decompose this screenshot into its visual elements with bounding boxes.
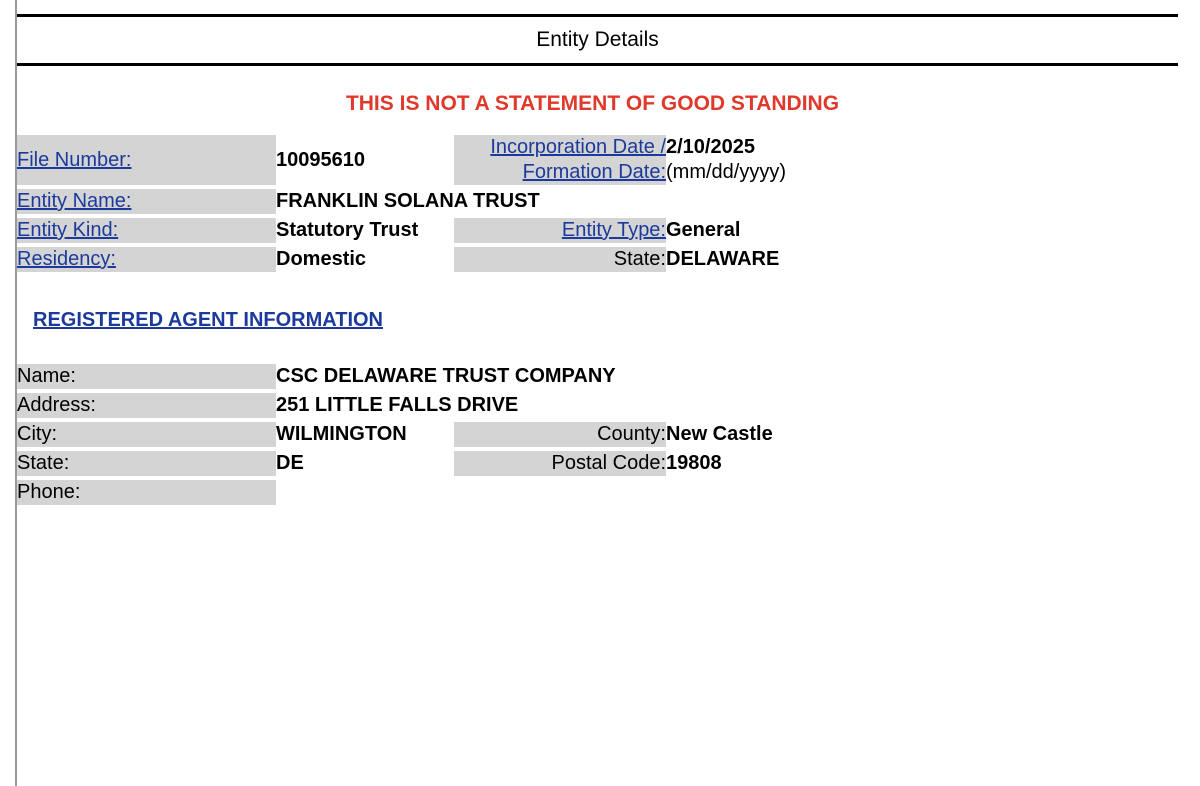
good-standing-warning: THIS IS NOT A STATEMENT OF GOOD STANDING (345, 92, 840, 115)
table-row: State: DE Postal Code: 19808 (17, 451, 1178, 476)
agent-city-value: WILMINGTON (276, 423, 407, 445)
registered-agent-information-link[interactable]: REGISTERED AGENT INFORMATION (33, 309, 383, 331)
agent-postal-code-label: Postal Code: (454, 451, 666, 476)
agent-state-label: State: (17, 451, 276, 476)
agent-phone-label: Phone: (17, 480, 276, 505)
agent-postal-code-value: 19808 (666, 452, 722, 474)
entity-type-label: Entity Type: (454, 218, 666, 243)
table-row: Residency: Domestic State: DELAWARE (17, 247, 1178, 272)
page-title: Entity Details (536, 28, 659, 51)
entity-kind-value: Statutory Trust (276, 219, 419, 241)
table-row: Name: CSC DELAWARE TRUST COMPANY (17, 364, 1178, 389)
file-number-label: File Number: (17, 135, 276, 185)
incorporation-date-label: Incorporation Date / Formation Date: (454, 135, 666, 185)
registered-agent-heading: REGISTERED AGENT INFORMATION (33, 308, 1178, 332)
entity-details-page: Entity Details THIS IS NOT A STATEMENT O… (0, 0, 1200, 786)
entity-details-table: File Number: 10095610 Incorporation Date… (17, 131, 1178, 276)
agent-name-label: Name: (17, 364, 276, 389)
residency-label: Residency: (17, 247, 276, 272)
agent-address-label: Address: (17, 393, 276, 418)
table-row: City: WILMINGTON County: New Castle (17, 422, 1178, 447)
agent-county-label: County: (454, 422, 666, 447)
incorporation-date-link[interactable]: Incorporation Date / Formation Date: (490, 136, 666, 183)
page-header-band: Entity Details (17, 14, 1178, 66)
table-row: Entity Name: FRANKLIN SOLANA TRUST (17, 189, 1178, 214)
state-label: State: (454, 247, 666, 272)
entity-type-value: General (666, 219, 741, 241)
table-row: Entity Kind: Statutory Trust Entity Type… (17, 218, 1178, 243)
file-number-value: 10095610 (276, 148, 365, 171)
incorporation-date-value: 2/10/2025 (mm/dd/yyyy) (666, 135, 1178, 185)
entity-name-value: FRANKLIN SOLANA TRUST (276, 190, 540, 212)
agent-county-value: New Castle (666, 423, 773, 445)
agent-address-value: 251 LITTLE FALLS DRIVE (276, 394, 519, 416)
entity-kind-link[interactable]: Entity Kind: (17, 219, 118, 241)
residency-link[interactable]: Residency: (17, 248, 116, 270)
agent-state-value: DE (276, 452, 304, 474)
incorporation-date-text: 2/10/2025 (666, 136, 755, 158)
table-row: Phone: (17, 480, 1178, 505)
agent-name-value: CSC DELAWARE TRUST COMPANY (276, 365, 616, 387)
residency-value: Domestic (276, 248, 367, 270)
page-content: THIS IS NOT A STATEMENT OF GOOD STANDING… (17, 66, 1178, 509)
entity-kind-label: Entity Kind: (17, 218, 276, 243)
file-number-link[interactable]: File Number: (17, 149, 131, 171)
state-value: DELAWARE (666, 248, 780, 270)
entity-name-label: Entity Name: (17, 189, 276, 214)
agent-phone-value (276, 480, 1178, 505)
table-row: Address: 251 LITTLE FALLS DRIVE (17, 393, 1178, 418)
agent-city-label: City: (17, 422, 276, 447)
entity-type-link[interactable]: Entity Type: (562, 219, 666, 241)
entity-name-link[interactable]: Entity Name: (17, 190, 131, 212)
table-row: File Number: 10095610 Incorporation Date… (17, 135, 1178, 185)
incorporation-date-format-hint: (mm/dd/yyyy) (666, 161, 786, 183)
registered-agent-table: Name: CSC DELAWARE TRUST COMPANY Address… (17, 360, 1178, 509)
